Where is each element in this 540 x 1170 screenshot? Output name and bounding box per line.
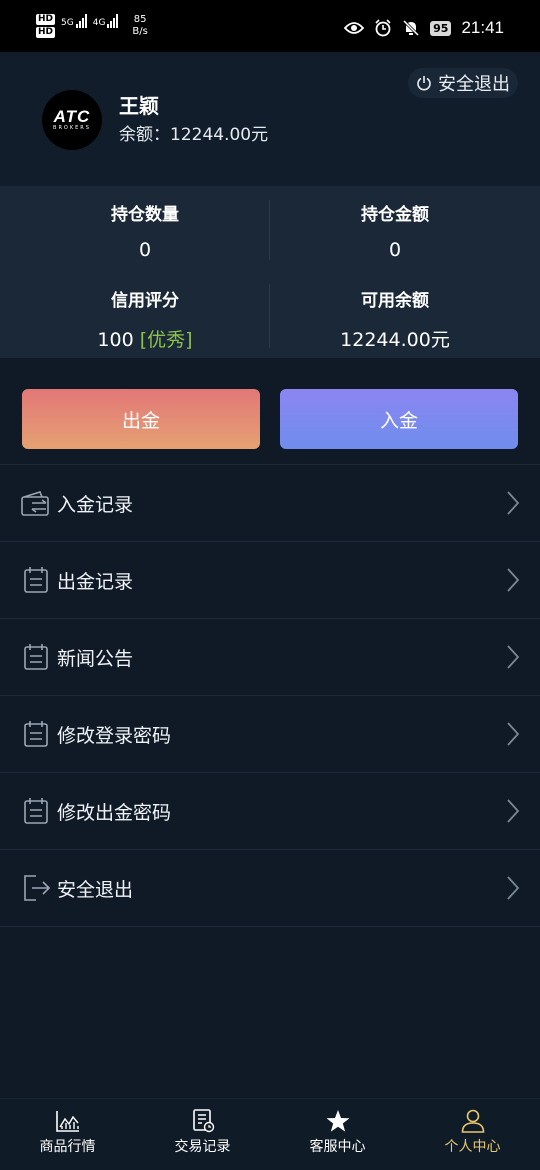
credit-score-value: 100 [97,329,134,351]
divider [269,200,270,260]
stat-available-balance: 可用余额 12244.00元 [260,286,530,352]
chevron-right-icon [507,568,520,592]
header-logout-button[interactable]: 安全退出 [408,68,518,98]
deposit-button[interactable]: 入金 [280,389,518,449]
avatar: ATC BROKERS [42,90,102,150]
divider [269,284,270,348]
tab-label: 交易记录 [174,1139,231,1155]
avatar-logo-text: ATC [53,107,91,126]
status-bar: HD HD 5G 4G 85 B/s 95 21:41 [0,0,540,52]
user-icon [461,1109,484,1133]
tab-market[interactable]: 商品行情 [0,1099,135,1170]
calendar-list-icon [24,798,48,824]
tab-label: 商品行情 [39,1139,96,1155]
stat-value: 0 [138,239,152,261]
hd-badge: HD [36,27,56,38]
bottom-tab-bar: 商品行情 交易记录 客服中心 个人中心 [0,1098,540,1170]
stat-label: 信用评分 [111,291,179,311]
status-left: HD HD 5G 4G 85 B/s [36,14,148,38]
stat-value: 12244.00元 [340,329,450,351]
menu-item-label: 修改登录密码 [57,724,172,747]
eye-icon [344,22,365,34]
chevron-right-icon [507,722,520,746]
menu-item-news[interactable]: 新闻公告 [0,619,540,696]
wallet-icon [21,491,49,516]
header-logout-label: 安全退出 [438,74,510,95]
tab-trade-records[interactable]: 交易记录 [135,1099,270,1170]
stat-label: 可用余额 [361,291,429,311]
clock: 21:41 [461,18,504,37]
signal-bars-icon [107,14,119,28]
user-name: 王颖 [119,94,159,118]
chart-icon [55,1111,79,1132]
stat-position-count: 持仓数量 0 [10,200,280,261]
avatar-logo-subtext: BROKERS [53,125,91,131]
account-stats: 持仓数量 0 持仓金额 0 信用评分 100 [优秀] 可用余额 12244.0… [0,186,540,358]
profile-header: 安全退出 ATC BROKERS 王颖 余额：12244.00元 [0,52,540,186]
tab-label: 个人中心 [444,1139,501,1155]
menu-item-withdraw-records[interactable]: 出金记录 [0,542,540,619]
signal-5g: 5G [61,14,87,28]
hd-badges: HD HD [36,14,56,38]
stat-label: 持仓数量 [111,205,179,225]
network-label: 4G [92,18,106,28]
menu-item-change-login-password[interactable]: 修改登录密码 [0,696,540,773]
credit-level-badge: [优秀] [139,329,193,351]
status-right: 95 21:41 [344,18,504,38]
speed-value: 85 [133,14,147,25]
stat-label: 持仓金额 [361,205,429,225]
signal-4g: 4G [93,14,119,28]
calendar-list-icon [24,644,48,670]
alarm-icon [375,19,391,37]
network-label: 5G [61,18,74,28]
balance-label: 余额： [119,125,170,145]
calendar-list-icon [24,567,48,593]
menu-item-deposit-records[interactable]: 入金记录 [0,465,540,542]
speed-unit: B/s [132,26,148,37]
stat-credit-score: 信用评分 100 [优秀] [10,286,280,352]
withdraw-button[interactable]: 出金 [22,389,260,449]
signal-bars-icon [75,14,87,28]
menu-item-logout[interactable]: 安全退出 [0,850,540,927]
menu-item-label: 新闻公告 [57,647,134,670]
settings-menu: 入金记录 出金记录 新闻公告 修改登录密码 修改出金密码 安全退出 [0,464,540,927]
menu-item-label: 安全退出 [57,878,134,901]
menu-item-label: 修改出金密码 [57,801,172,824]
menu-item-change-withdraw-password[interactable]: 修改出金密码 [0,773,540,850]
stat-value: 0 [388,239,402,261]
chevron-right-icon [507,799,520,823]
tab-customer-service[interactable]: 客服中心 [270,1099,405,1170]
balance-value: 12244.00元 [170,125,269,145]
tab-label: 客服中心 [309,1139,366,1155]
battery-icon: 95 [430,20,452,36]
network-speed: 85 B/s [132,14,147,38]
withdraw-label: 出金 [121,409,160,432]
hd-badge: HD [36,14,56,25]
power-icon [417,76,431,91]
chevron-right-icon [507,876,520,900]
calendar-list-icon [24,721,48,747]
stat-value: 100 [优秀] [10,325,280,352]
star-icon [326,1110,349,1132]
balance-line: 余额：12244.00元 [119,120,268,145]
exit-icon [24,875,51,901]
mute-bell-icon [403,19,420,37]
menu-item-label: 出金记录 [57,570,134,593]
chevron-right-icon [507,491,520,515]
deposit-label: 入金 [379,409,418,432]
stat-position-amount: 持仓金额 0 [260,200,530,261]
menu-item-label: 入金记录 [57,493,134,516]
chevron-right-icon [507,645,520,669]
document-icon [192,1109,214,1133]
tab-profile[interactable]: 个人中心 [405,1099,540,1170]
